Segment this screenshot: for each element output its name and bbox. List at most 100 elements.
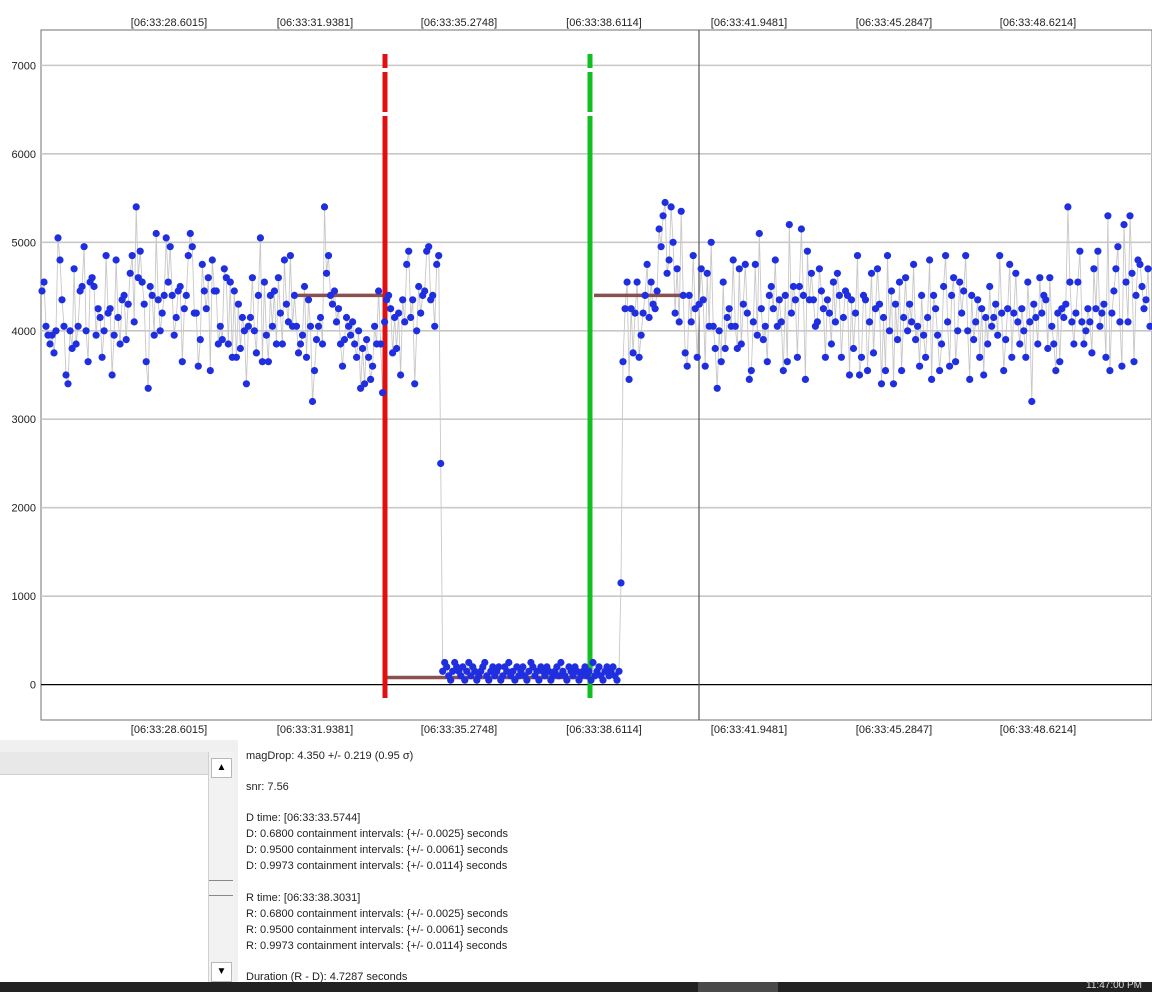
data-point <box>966 375 974 383</box>
data-point <box>1132 291 1140 299</box>
data-point <box>699 296 707 304</box>
data-point <box>831 318 840 326</box>
data-point <box>108 371 116 379</box>
data-point <box>619 358 627 366</box>
data-point <box>617 579 625 587</box>
data-point <box>771 256 779 264</box>
data-point <box>136 247 144 255</box>
data-point <box>643 260 651 268</box>
data-point <box>192 309 200 317</box>
data-point <box>889 380 898 388</box>
scroll-up-button[interactable]: ▲ <box>211 758 232 778</box>
data-point <box>1114 243 1122 251</box>
data-point <box>236 344 244 353</box>
data-point <box>857 353 866 361</box>
data-point <box>1080 340 1088 348</box>
data-point <box>1036 274 1044 282</box>
data-point <box>126 269 134 277</box>
data-point <box>775 296 783 304</box>
data-point <box>902 274 910 282</box>
data-point <box>968 291 976 299</box>
data-point <box>292 322 301 330</box>
data-point <box>300 282 309 291</box>
scroll-down-button[interactable]: ▼ <box>211 962 232 982</box>
data-point <box>447 676 455 684</box>
data-point <box>1108 309 1116 317</box>
data-point <box>1116 318 1124 326</box>
data-point <box>725 305 733 313</box>
stats-text-panel[interactable]: magDrop: 4.350 +/- 0.219 (0.95 σ) snr: 7… <box>238 740 1152 982</box>
x-tick-label-top: [06:33:48.6214] <box>1000 17 1076 29</box>
data-point <box>918 291 926 299</box>
y-tick-label: 6000 <box>12 149 36 161</box>
data-point <box>1030 300 1038 308</box>
data-point <box>170 331 178 339</box>
data-point <box>268 322 276 330</box>
taskbar-active-item[interactable] <box>698 982 778 992</box>
data-point <box>863 367 872 375</box>
list-selected-row[interactable] <box>0 752 208 775</box>
data-point <box>353 353 361 361</box>
data-point <box>377 340 385 348</box>
data-point <box>723 313 731 322</box>
data-point <box>280 256 288 264</box>
data-point <box>869 349 878 357</box>
data-point <box>164 278 172 286</box>
data-point <box>433 260 441 268</box>
data-point <box>930 291 938 299</box>
x-tick-label-bottom: [06:33:41.9481] <box>711 724 787 736</box>
data-point <box>1106 367 1114 375</box>
data-point <box>1002 336 1010 344</box>
data-point <box>154 296 162 304</box>
data-point <box>1128 269 1136 277</box>
data-point <box>385 291 393 299</box>
data-point <box>839 313 848 322</box>
scroll-thumb[interactable] <box>209 880 233 896</box>
data-point <box>298 331 307 339</box>
light-curve-plot[interactable]: [06:33:28.6015] [06:33:28.6015] [06:33:31.… <box>0 0 1152 740</box>
data-point <box>152 229 160 238</box>
data-point <box>741 260 749 268</box>
data-point <box>641 291 649 299</box>
taskbar-clock: 11:47:00 PM <box>1086 980 1142 991</box>
data-point <box>1034 340 1042 348</box>
data-point <box>198 260 206 268</box>
data-point <box>238 313 246 322</box>
data-point <box>1122 278 1130 286</box>
stat-line-r-095: R: 0.9500 containment intervals: {+/- 0.… <box>246 924 509 936</box>
data-point <box>1050 340 1058 348</box>
data-point <box>825 309 834 317</box>
data-point <box>535 676 543 684</box>
data-point <box>220 265 228 273</box>
data-point <box>835 291 844 299</box>
data-point <box>765 291 773 299</box>
data-point <box>1068 318 1076 326</box>
data-point <box>1096 322 1104 330</box>
data-point <box>332 318 341 326</box>
data-point <box>1142 296 1150 304</box>
data-point <box>72 340 80 348</box>
candidate-list[interactable]: ▲ ▼ <box>0 752 234 982</box>
data-point <box>407 313 415 322</box>
stat-line-d-time: D time: [06:33:33.5744] <box>246 812 361 824</box>
data-point <box>715 327 723 335</box>
data-point <box>1066 278 1074 286</box>
data-point <box>140 300 148 308</box>
data-point <box>351 340 359 348</box>
data-point <box>244 322 252 330</box>
list-scrollbar[interactable]: ▲ ▼ <box>208 752 234 982</box>
data-point <box>853 252 862 260</box>
data-point <box>934 331 942 339</box>
data-point <box>100 327 108 335</box>
data-point <box>226 278 234 286</box>
data-point <box>637 331 645 339</box>
data-point <box>314 322 323 330</box>
data-point <box>369 362 377 370</box>
data-point <box>196 336 204 344</box>
data-point <box>954 327 962 335</box>
x-tick-label-bottom: [06:33:35.2748] <box>421 724 497 736</box>
data-point <box>956 278 964 286</box>
data-point <box>689 252 697 260</box>
data-point <box>166 243 174 251</box>
data-point <box>306 322 315 330</box>
